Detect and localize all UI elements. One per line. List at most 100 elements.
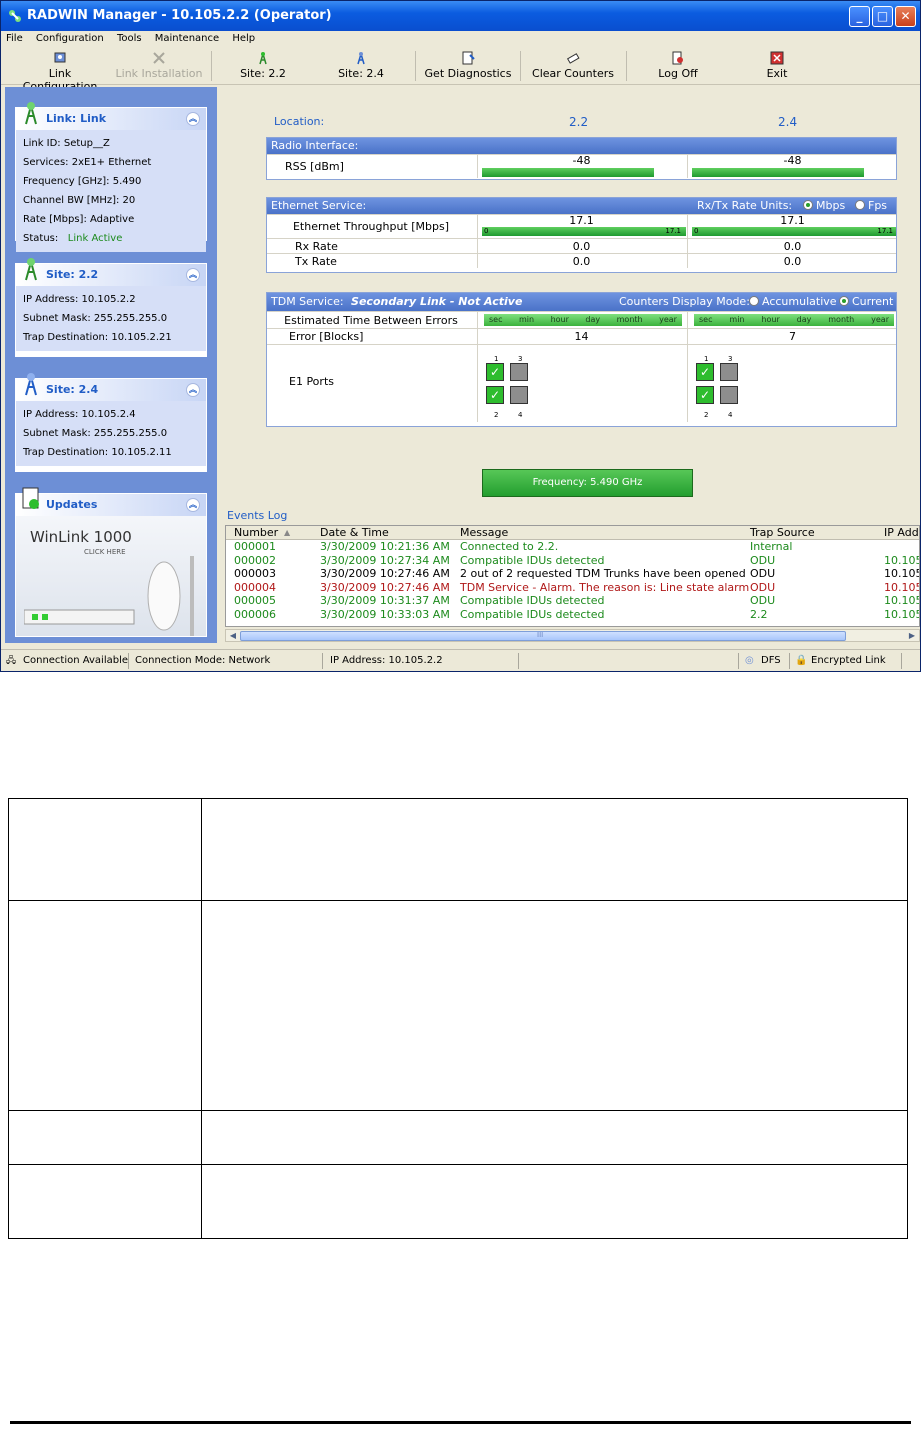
mode-current-label: Current [852, 295, 894, 308]
updates-document-icon [22, 487, 39, 509]
lock-icon: 🔒 [795, 655, 808, 666]
event-row[interactable]: 000006 3/30/2009 10:33:03 AM Compatible ID… [226, 608, 919, 622]
event-ip-address: 10.105 [884, 580, 920, 594]
throughput-cell-a: 17.1 0 17.1 [477, 215, 686, 238]
log-off-button[interactable]: Log Off [651, 49, 705, 83]
link-configuration-icon [54, 52, 66, 63]
menu-maintenance[interactable]: Maintenance [155, 33, 219, 44]
event-row[interactable]: 000001 3/30/2009 10:21:36 AM Connected to … [226, 540, 919, 554]
site-a-trap-row: Trap Destination: 10.105.2.21 [23, 332, 172, 343]
site-a-panel-header[interactable]: Site: 2.2 ︽ [16, 258, 206, 286]
tdm-service-status: Secondary Link - Not Active [351, 295, 523, 308]
events-log-title: Events Log [227, 509, 288, 522]
link-panel-header[interactable]: Link: Link ︽ [16, 102, 206, 130]
col-message[interactable]: Message [460, 526, 508, 540]
event-datetime: 3/30/2009 10:33:03 AM [320, 607, 450, 621]
event-row[interactable]: 000005 3/30/2009 10:31:37 AM Compatible ID… [226, 594, 919, 608]
e1-port-1-a[interactable]: ✓ [486, 363, 504, 381]
maximize-button[interactable]: □ [872, 6, 893, 27]
e1-port-1-b[interactable]: ✓ [696, 363, 714, 381]
event-message: 2 out of 2 requested TDM Trunks have bee… [460, 567, 746, 580]
table-row-divider [9, 900, 907, 901]
clear-counters-button[interactable]: Clear Counters [529, 49, 617, 83]
scale-month: month [828, 315, 855, 324]
collapse-icon[interactable]: ︽ [186, 383, 200, 397]
mode-accumulative-radio[interactable]: Accumulative [749, 293, 837, 311]
event-ip-address: 10.105 [884, 607, 920, 621]
col-ip-address[interactable]: IP Add [884, 526, 919, 540]
updates-panel-title: Updates [46, 498, 98, 511]
winlink-banner[interactable]: WinLink 1000 CLICK HERE [16, 516, 206, 636]
e1-port-4-b[interactable] [720, 386, 738, 404]
event-row[interactable]: 000004 3/30/2009 10:27:46 AM TDM Service -… [226, 581, 919, 595]
status-connection: Connection Available [23, 655, 129, 666]
site-b-button[interactable]: Site: 2.4 [329, 49, 393, 83]
dfs-icon: ◎ [745, 655, 754, 666]
e1-port-2-a[interactable]: ✓ [486, 386, 504, 404]
link-frequency-row: Frequency [GHz]: 5.490 [23, 176, 142, 187]
event-message: Connected to 2.2. [460, 540, 559, 553]
collapse-icon[interactable]: ︽ [186, 498, 200, 512]
site-a-button[interactable]: Site: 2.2 [231, 49, 295, 83]
collapse-icon[interactable]: ︽ [186, 112, 200, 126]
menu-tools[interactable]: Tools [117, 33, 142, 44]
e1-port-3-b[interactable] [720, 363, 738, 381]
scroll-thumb-grip: III [537, 631, 544, 639]
site-antenna-icon [25, 258, 37, 281]
table-row-divider [9, 1110, 907, 1111]
link-status-row: Status: Link Active [23, 229, 199, 248]
scroll-left-icon[interactable]: ◀ [227, 630, 239, 641]
get-diagnostics-button[interactable]: Get Diagnostics [423, 49, 513, 83]
exit-button[interactable]: Exit [753, 49, 801, 83]
event-trap-source: Internal [750, 540, 793, 553]
event-row[interactable]: 000002 3/30/2009 10:27:34 AM Compatible ID… [226, 554, 919, 568]
event-row[interactable]: 000003 3/30/2009 10:27:46 AM 2 out of 2 re… [226, 567, 919, 581]
status-encrypted-link: Encrypted Link [811, 655, 886, 666]
tx-rate-a: 0.0 [477, 254, 685, 268]
scroll-thumb[interactable]: III [240, 631, 846, 641]
clear-counters-label: Clear Counters [532, 67, 614, 80]
throughput-value-b: 17.1 [780, 214, 805, 227]
error-blocks-row: Error [Blocks] 14 7 [267, 328, 896, 344]
e1-port-2-b[interactable]: ✓ [696, 386, 714, 404]
minimize-button[interactable]: _ [849, 6, 870, 27]
updates-panel-header[interactable]: Updates ︽ [16, 487, 206, 516]
radio-selected-icon [839, 296, 849, 306]
ethernet-service-section: Ethernet Service: Rx/Tx Rate Units: Mbps… [266, 197, 897, 273]
close-button[interactable]: ✕ [895, 6, 916, 27]
mode-current-radio[interactable]: Current [839, 293, 893, 311]
col-number[interactable]: Number [234, 526, 278, 540]
col-date-time[interactable]: Date & Time [320, 526, 389, 540]
menu-help[interactable]: Help [232, 33, 255, 44]
collapse-icon[interactable]: ︽ [186, 268, 200, 282]
menu-configuration[interactable]: Configuration [36, 33, 104, 44]
col-trap-source[interactable]: Trap Source [750, 526, 815, 540]
e1-port-3-a[interactable] [510, 363, 528, 381]
table-column-divider [201, 799, 202, 1238]
scroll-right-icon[interactable]: ▶ [906, 630, 918, 641]
frequency-button[interactable]: Frequency: 5.490 GHz [482, 469, 693, 497]
link-configuration-button[interactable]: Link Configuration [11, 49, 109, 93]
throughput-scale-min-a: 0 [484, 227, 489, 235]
menu-file[interactable]: File [6, 33, 23, 44]
throughput-scale-min-b: 0 [694, 227, 699, 235]
site-antenna-icon [25, 373, 37, 396]
document-table [8, 798, 908, 1239]
e1-port-4-a[interactable] [510, 386, 528, 404]
site-b-panel-header[interactable]: Site: 2.4 ︽ [16, 373, 206, 401]
unit-mbps-radio[interactable]: Mbps [803, 198, 845, 214]
ethernet-service-header: Ethernet Service: Rx/Tx Rate Units: Mbps… [267, 198, 896, 214]
log-off-label: Log Off [658, 67, 698, 80]
event-message: TDM Service - Alarm. The reason is: Line… [460, 580, 750, 594]
port-active-check-icon: ✓ [489, 365, 501, 379]
link-installation-button[interactable]: Link Installation [115, 49, 203, 83]
port-active-check-icon: ✓ [489, 388, 501, 402]
toolbar-separator [211, 51, 212, 81]
radio-unselected-icon [749, 296, 759, 306]
rss-cell-b: -48 [687, 155, 897, 178]
status-divider [738, 653, 739, 669]
unit-fps-radio[interactable]: Fps [855, 198, 887, 214]
events-table[interactable]: Number ▲ Date & Time Message Trap Source… [225, 525, 920, 627]
events-horizontal-scrollbar[interactable]: ◀ III ▶ [225, 629, 920, 642]
tx-rate-row: Tx Rate 0.0 0.0 [267, 253, 896, 268]
